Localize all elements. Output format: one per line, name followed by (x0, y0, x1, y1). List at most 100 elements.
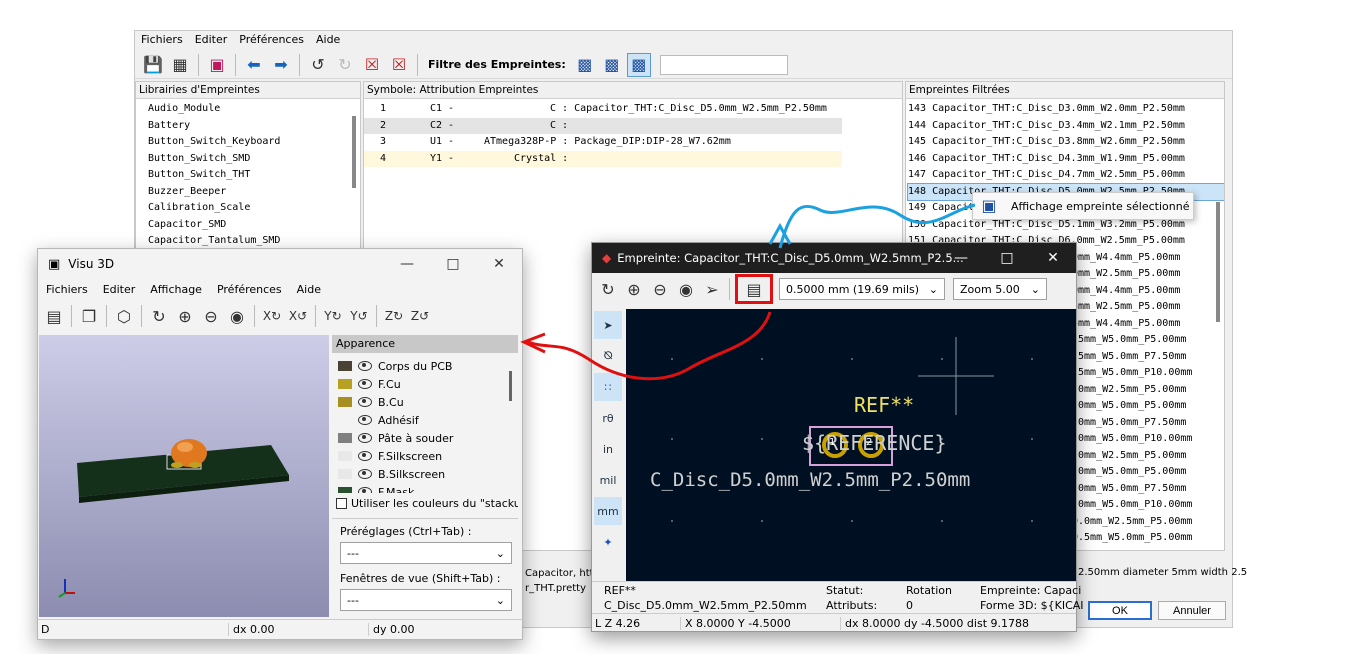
mm-units-button[interactable]: mm (594, 497, 622, 525)
menu-preferences[interactable]: Préférences (217, 283, 282, 296)
delete-all-icon[interactable]: ☒ (387, 53, 411, 77)
mil-units-button[interactable]: mil (594, 466, 622, 494)
filtered-scrollbar[interactable] (1216, 202, 1220, 322)
menu-aide[interactable]: Aide (297, 283, 321, 296)
zoom-select[interactable]: Zoom 5.00 ⌄ (953, 278, 1047, 300)
presets-select[interactable]: --- ⌄ (340, 542, 512, 564)
cube-icon[interactable]: ⬡ (112, 304, 136, 328)
eye-icon[interactable] (358, 469, 372, 479)
library-item[interactable]: Button_Switch_SMD (148, 151, 360, 168)
rotate-y-ccw-icon[interactable]: Y↺ (347, 304, 371, 328)
library-item[interactable]: Buzzer_Beeper (148, 184, 360, 201)
menu-fichiers[interactable]: Fichiers (46, 283, 88, 296)
layer-item[interactable]: Pâte à souder (338, 429, 518, 447)
grid-select[interactable]: 0.5000 mm (19.69 mils) ⌄ (779, 278, 945, 300)
checkbox-box[interactable] (336, 498, 347, 509)
measure-icon[interactable]: ⦰ (594, 342, 622, 370)
layer-color-swatch[interactable] (338, 415, 352, 425)
maximize-icon[interactable]: □ (984, 243, 1030, 273)
filter-keyword-icon[interactable]: ▩ (573, 53, 597, 77)
polar-coords-icon[interactable]: rθ (594, 404, 622, 432)
symbol-row[interactable]: 1 C1 - C : Capacitor_THT:C_Disc_D5.0mm_W2.… (364, 101, 842, 118)
menu-fichiers[interactable]: Fichiers (141, 33, 183, 49)
eye-icon[interactable] (358, 415, 372, 425)
libraries-list[interactable]: Audio_Module Battery Button_Switch_Keyboar… (136, 99, 360, 250)
minimize-icon[interactable]: — (938, 243, 984, 273)
filtered-footprint-item[interactable]: 145 Capacitor_THT:C_Disc_D3.8mm_W2.6mm_P… (908, 134, 1224, 151)
arrow-right-icon[interactable]: ➡ (269, 53, 293, 77)
eye-icon[interactable] (358, 361, 372, 371)
symbol-row[interactable]: 4 Y1 - Crystal : (364, 150, 842, 167)
undo-icon[interactable]: ↺ (306, 53, 330, 77)
grid-toggle-icon[interactable]: ∷ (594, 373, 622, 401)
zoom-in-icon[interactable]: ⊕ (173, 304, 197, 328)
layer-color-swatch[interactable] (338, 451, 352, 461)
libraries-scrollbar[interactable] (352, 116, 356, 188)
ok-button[interactable]: OK (1088, 601, 1152, 620)
eye-icon[interactable] (358, 379, 372, 389)
eye-icon[interactable] (358, 487, 372, 493)
layer-color-swatch[interactable] (338, 487, 352, 493)
footprint-canvas[interactable]: REF** ${REFERENCE} 1 2 C_Disc_D5.0mm_W2.… (626, 309, 1076, 581)
layer-color-swatch[interactable] (338, 361, 352, 371)
rotate-x-ccw-icon[interactable]: X↺ (286, 304, 310, 328)
library-item[interactable]: Battery (148, 118, 360, 135)
close-icon[interactable]: ✕ (476, 249, 522, 279)
render-icon[interactable]: ▤ (42, 304, 66, 328)
stackup-colors-checkbox[interactable]: Utiliser les couleurs du "stackup" (332, 497, 518, 510)
menu-preferences[interactable]: Préférences (239, 33, 304, 49)
menu-affichage[interactable]: Affichage (150, 283, 202, 296)
rotate-z-cw-icon[interactable]: Z↻ (382, 304, 406, 328)
delete-association-icon[interactable]: ☒ (360, 53, 384, 77)
layer-item[interactable]: Adhésif (338, 411, 518, 429)
rotate-x-cw-icon[interactable]: X↻ (260, 304, 284, 328)
layer-item[interactable]: F.Silkscreen (338, 447, 518, 465)
layer-color-swatch[interactable] (338, 379, 352, 389)
reload-icon[interactable]: ↻ (596, 277, 620, 301)
viewer-3d-canvas[interactable] (39, 335, 329, 617)
copy-icon[interactable]: ❐ (77, 304, 101, 328)
layers-list[interactable]: Corps du PCB F.Cu B.Cu Adhésif Pâte à souder… (332, 353, 518, 493)
layer-item[interactable]: B.Silkscreen (338, 465, 518, 483)
zoom-in-icon[interactable]: ⊕ (622, 277, 646, 301)
zoom-fit-icon[interactable]: ◉ (225, 304, 249, 328)
library-item[interactable]: Button_Switch_THT (148, 167, 360, 184)
inch-units-button[interactable]: in (594, 435, 622, 463)
close-icon[interactable]: ✕ (1030, 243, 1076, 273)
zoom-out-icon[interactable]: ⊖ (199, 304, 223, 328)
library-table-icon[interactable]: ▦ (168, 53, 192, 77)
minimize-icon[interactable]: — (384, 249, 430, 279)
filtered-footprint-item[interactable]: 144 Capacitor_THT:C_Disc_D3.4mm_W2.1mm_P… (908, 118, 1224, 135)
eye-icon[interactable] (358, 433, 372, 443)
filtered-footprint-item[interactable]: 147 Capacitor_THT:C_Disc_D4.7mm_W2.5mm_P… (908, 167, 1224, 184)
zoom-out-icon[interactable]: ⊖ (648, 277, 672, 301)
filtered-footprint-item[interactable]: 143 Capacitor_THT:C_Disc_D3.0mm_W2.0mm_P… (908, 101, 1224, 118)
view-3d-icon[interactable]: ▤ (735, 274, 773, 304)
redo-icon[interactable]: ↻ (333, 53, 357, 77)
cursor-shape-icon[interactable]: ✦ (594, 528, 622, 556)
layer-item[interactable]: F.Mask (338, 483, 518, 493)
layer-color-swatch[interactable] (338, 397, 352, 407)
library-item[interactable]: Audio_Module (148, 101, 360, 118)
library-item[interactable]: Button_Switch_Keyboard (148, 134, 360, 151)
rotate-y-cw-icon[interactable]: Y↻ (321, 304, 345, 328)
eye-icon[interactable] (358, 397, 372, 407)
library-item[interactable]: Capacitor_SMD (148, 217, 360, 234)
maximize-icon[interactable]: □ (430, 249, 476, 279)
layer-color-swatch[interactable] (338, 469, 352, 479)
filtered-footprint-item[interactable]: 146 Capacitor_THT:C_Disc_D4.3mm_W1.9mm_P… (908, 151, 1224, 168)
filter-library-icon[interactable]: ▩ (626, 52, 651, 77)
filter-pincount-icon[interactable]: ▩ (600, 53, 624, 77)
layer-item[interactable]: Corps du PCB (338, 357, 518, 375)
layer-item[interactable]: B.Cu (338, 393, 518, 411)
context-menu-view-footprint[interactable]: Affichage empreinte sélectionné (1011, 200, 1189, 213)
view-footprint-icon[interactable]: ▣ (205, 53, 229, 77)
symbols-list[interactable]: 1 C1 - C : Capacitor_THT:C_Disc_D5.0mm_W2.… (364, 99, 902, 167)
zoom-fit-icon[interactable]: ◉ (674, 277, 698, 301)
arrow-left-icon[interactable]: ⬅ (242, 53, 266, 77)
rotate-z-ccw-icon[interactable]: Z↺ (408, 304, 432, 328)
zoom-selection-icon[interactable]: ➢ (700, 277, 724, 301)
save-icon[interactable]: 💾 (141, 53, 165, 77)
eye-icon[interactable] (358, 451, 372, 461)
reload-icon[interactable]: ↻ (147, 304, 171, 328)
